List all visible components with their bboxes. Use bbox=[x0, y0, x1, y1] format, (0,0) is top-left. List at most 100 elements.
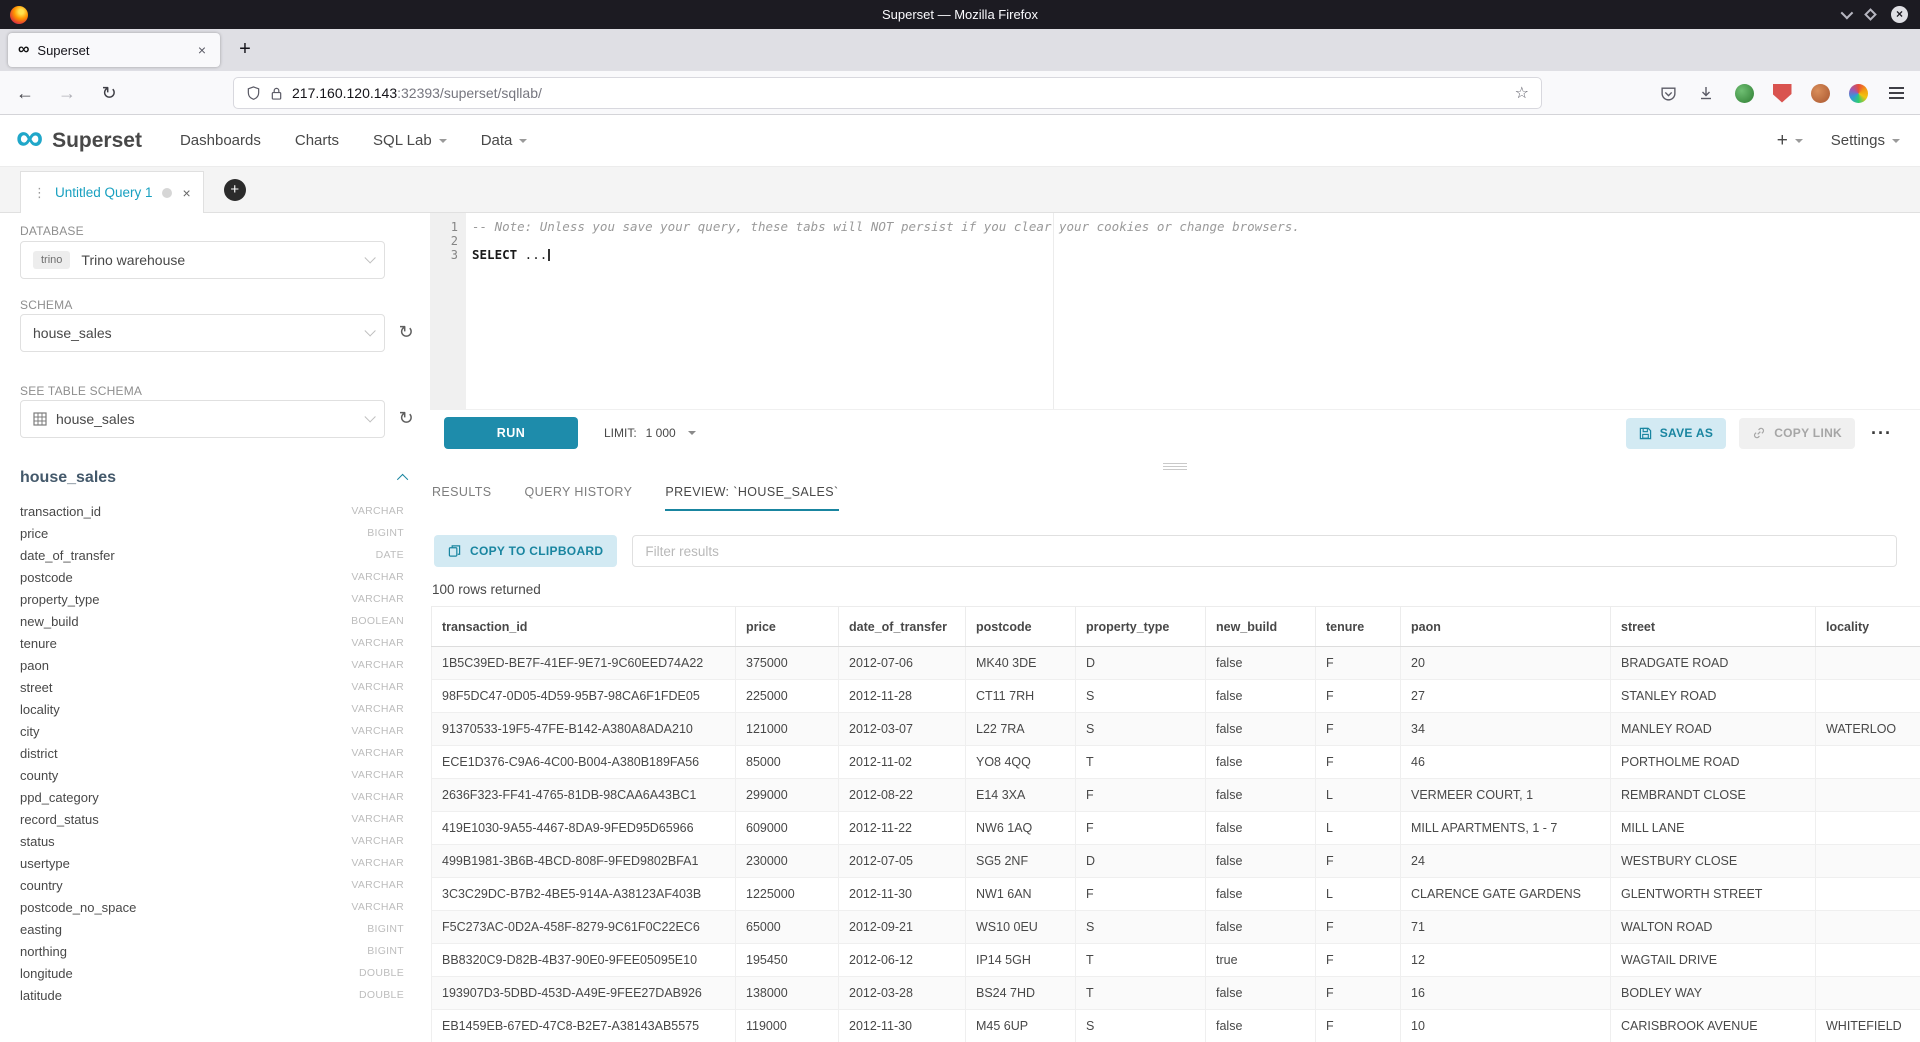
browser-new-tab-button[interactable]: + bbox=[230, 35, 260, 65]
run-button[interactable]: RUN bbox=[444, 417, 578, 449]
forward-button[interactable]: → bbox=[50, 76, 84, 110]
extension-icon-2[interactable] bbox=[1766, 77, 1798, 109]
column-header-locality[interactable]: locality bbox=[1816, 607, 1920, 647]
refresh-table-icon[interactable]: ↻ bbox=[392, 408, 420, 429]
sql-editor[interactable]: 1 2 3 -- Note: Unless you save your quer… bbox=[430, 213, 1920, 410]
nav-label: SQL Lab bbox=[373, 132, 432, 149]
column-header-price[interactable]: price bbox=[736, 607, 839, 647]
schema-column-name: country bbox=[20, 878, 63, 893]
chevron-down-icon bbox=[519, 139, 527, 143]
table-cell: false bbox=[1206, 647, 1316, 680]
bookmark-star-icon[interactable]: ☆ bbox=[1515, 83, 1529, 103]
nav-item-charts[interactable]: Charts bbox=[295, 132, 339, 149]
extension-icon-4[interactable] bbox=[1842, 77, 1874, 109]
lock-icon[interactable] bbox=[270, 86, 283, 101]
schema-column-type: VARCHAR bbox=[351, 505, 410, 517]
save-as-button[interactable]: SAVE AS bbox=[1626, 418, 1726, 449]
more-options-button[interactable]: ··· bbox=[1871, 423, 1892, 444]
table-cell: 71 bbox=[1401, 911, 1611, 944]
tab-results[interactable]: RESULTS bbox=[432, 485, 492, 511]
query-tab-active[interactable]: ⋮ Untitled Query 1 × bbox=[20, 171, 204, 213]
copy-link-button[interactable]: COPY LINK bbox=[1739, 418, 1855, 449]
reload-button[interactable]: ↻ bbox=[92, 76, 126, 110]
tab-query-history[interactable]: QUERY HISTORY bbox=[525, 485, 633, 511]
table-cell: F bbox=[1316, 713, 1401, 746]
tab-preview-house-sales[interactable]: PREVIEW: `HOUSE_SALES` bbox=[665, 485, 838, 511]
collapse-chevron-icon[interactable] bbox=[397, 474, 408, 485]
schema-column-row: localityVARCHAR bbox=[20, 698, 410, 720]
schema-column-type: VARCHAR bbox=[351, 879, 410, 891]
url-bar[interactable]: 217.160.120.143:32393/superset/sqllab/ ☆ bbox=[233, 77, 1542, 109]
splitter-grip-icon bbox=[1163, 466, 1187, 467]
table-cell: false bbox=[1206, 779, 1316, 812]
chevron-down-icon bbox=[439, 139, 447, 143]
column-header-tenure[interactable]: tenure bbox=[1316, 607, 1401, 647]
schema-column-type: VARCHAR bbox=[351, 571, 410, 583]
editor-toolbar: RUN LIMIT: 1 000 SAVE AS COPY LINK ··· bbox=[430, 410, 1920, 456]
superset-brand[interactable]: ∞ Superset bbox=[16, 128, 142, 154]
results-table-wrap: transaction_idpricedate_of_transferpostc… bbox=[431, 606, 1920, 1042]
column-header-date_of_transfer[interactable]: date_of_transfer bbox=[839, 607, 966, 647]
window-minimize-button[interactable] bbox=[1841, 7, 1854, 20]
schema-select[interactable]: house_sales bbox=[20, 314, 385, 352]
schema-column-row: usertypeVARCHAR bbox=[20, 852, 410, 874]
shield-icon[interactable] bbox=[246, 85, 261, 101]
copy-to-clipboard-button[interactable]: COPY TO CLIPBOARD bbox=[434, 535, 617, 567]
refresh-schema-icon[interactable]: ↻ bbox=[392, 322, 420, 343]
schema-column-name: transaction_id bbox=[20, 504, 101, 519]
table-cell: 65000 bbox=[736, 911, 839, 944]
table-cell: L bbox=[1316, 812, 1401, 845]
browser-tab-close-icon[interactable]: × bbox=[194, 40, 210, 60]
table-schema-header[interactable]: house_sales bbox=[20, 469, 408, 487]
table-row: 419E1030-9A55-4467-8DA9-9FED95D659666090… bbox=[432, 812, 1920, 845]
table-cell: MK40 3DE bbox=[966, 647, 1076, 680]
downloads-icon[interactable] bbox=[1690, 77, 1722, 109]
extension-icon-1[interactable] bbox=[1728, 77, 1760, 109]
pane-splitter[interactable] bbox=[430, 456, 1920, 477]
extension-icon-3[interactable] bbox=[1804, 77, 1836, 109]
table-cell: STANLEY ROAD bbox=[1611, 680, 1816, 713]
filter-results-input[interactable] bbox=[632, 535, 1897, 567]
column-header-transaction_id[interactable]: transaction_id bbox=[432, 607, 736, 647]
table-cell: MILL APARTMENTS, 1 - 7 bbox=[1401, 812, 1611, 845]
new-object-button[interactable]: + bbox=[1777, 130, 1803, 152]
schema-column-row: statusVARCHAR bbox=[20, 830, 410, 852]
window-controls: × bbox=[1841, 6, 1920, 23]
drag-handle-icon[interactable]: ⋮ bbox=[33, 185, 46, 201]
nav-item-dashboards[interactable]: Dashboards bbox=[180, 132, 261, 149]
table-cell: F bbox=[1316, 680, 1401, 713]
table-cell: F bbox=[1316, 845, 1401, 878]
add-query-tab-button[interactable]: + bbox=[224, 179, 246, 201]
table-cell: 2012-03-07 bbox=[839, 713, 966, 746]
schema-column-name: street bbox=[20, 680, 53, 695]
window-maximize-button[interactable] bbox=[1864, 8, 1877, 21]
limit-label: LIMIT: bbox=[604, 426, 637, 440]
settings-menu[interactable]: Settings bbox=[1831, 132, 1900, 149]
table-cell: NW1 6AN bbox=[966, 878, 1076, 911]
column-header-property_type[interactable]: property_type bbox=[1076, 607, 1206, 647]
column-header-street[interactable]: street bbox=[1611, 607, 1816, 647]
browser-tab[interactable]: ∞ Superset × bbox=[8, 33, 220, 67]
query-tab-close-icon[interactable]: × bbox=[183, 185, 191, 201]
sql-text: ... bbox=[517, 247, 547, 262]
url-host: 217.160.120.143 bbox=[292, 85, 397, 101]
column-header-paon[interactable]: paon bbox=[1401, 607, 1611, 647]
table-select[interactable]: house_sales bbox=[20, 400, 385, 438]
table-cell: YO8 4QQ bbox=[966, 746, 1076, 779]
limit-control[interactable]: LIMIT: 1 000 bbox=[604, 426, 696, 440]
table-cell: S bbox=[1076, 1010, 1206, 1042]
menu-hamburger-icon[interactable] bbox=[1880, 77, 1912, 109]
schema-column-type: VARCHAR bbox=[351, 901, 410, 913]
back-button[interactable]: ← bbox=[8, 76, 42, 110]
column-header-postcode[interactable]: postcode bbox=[966, 607, 1076, 647]
nav-item-data[interactable]: Data bbox=[481, 132, 528, 149]
editor-print-margin bbox=[1053, 213, 1054, 409]
table-row: 91370533-19F5-47FE-B142-A380A8ADA2101210… bbox=[432, 713, 1920, 746]
nav-item-sql-lab[interactable]: SQL Lab bbox=[373, 132, 447, 149]
column-header-new_build[interactable]: new_build bbox=[1206, 607, 1316, 647]
table-cell: CLARENCE GATE GARDENS bbox=[1401, 878, 1611, 911]
database-select[interactable]: trino Trino warehouse bbox=[20, 241, 385, 279]
window-close-button[interactable]: × bbox=[1891, 6, 1908, 23]
pocket-icon[interactable] bbox=[1652, 77, 1684, 109]
editor-code[interactable]: -- Note: Unless you save your query, the… bbox=[466, 213, 1920, 409]
